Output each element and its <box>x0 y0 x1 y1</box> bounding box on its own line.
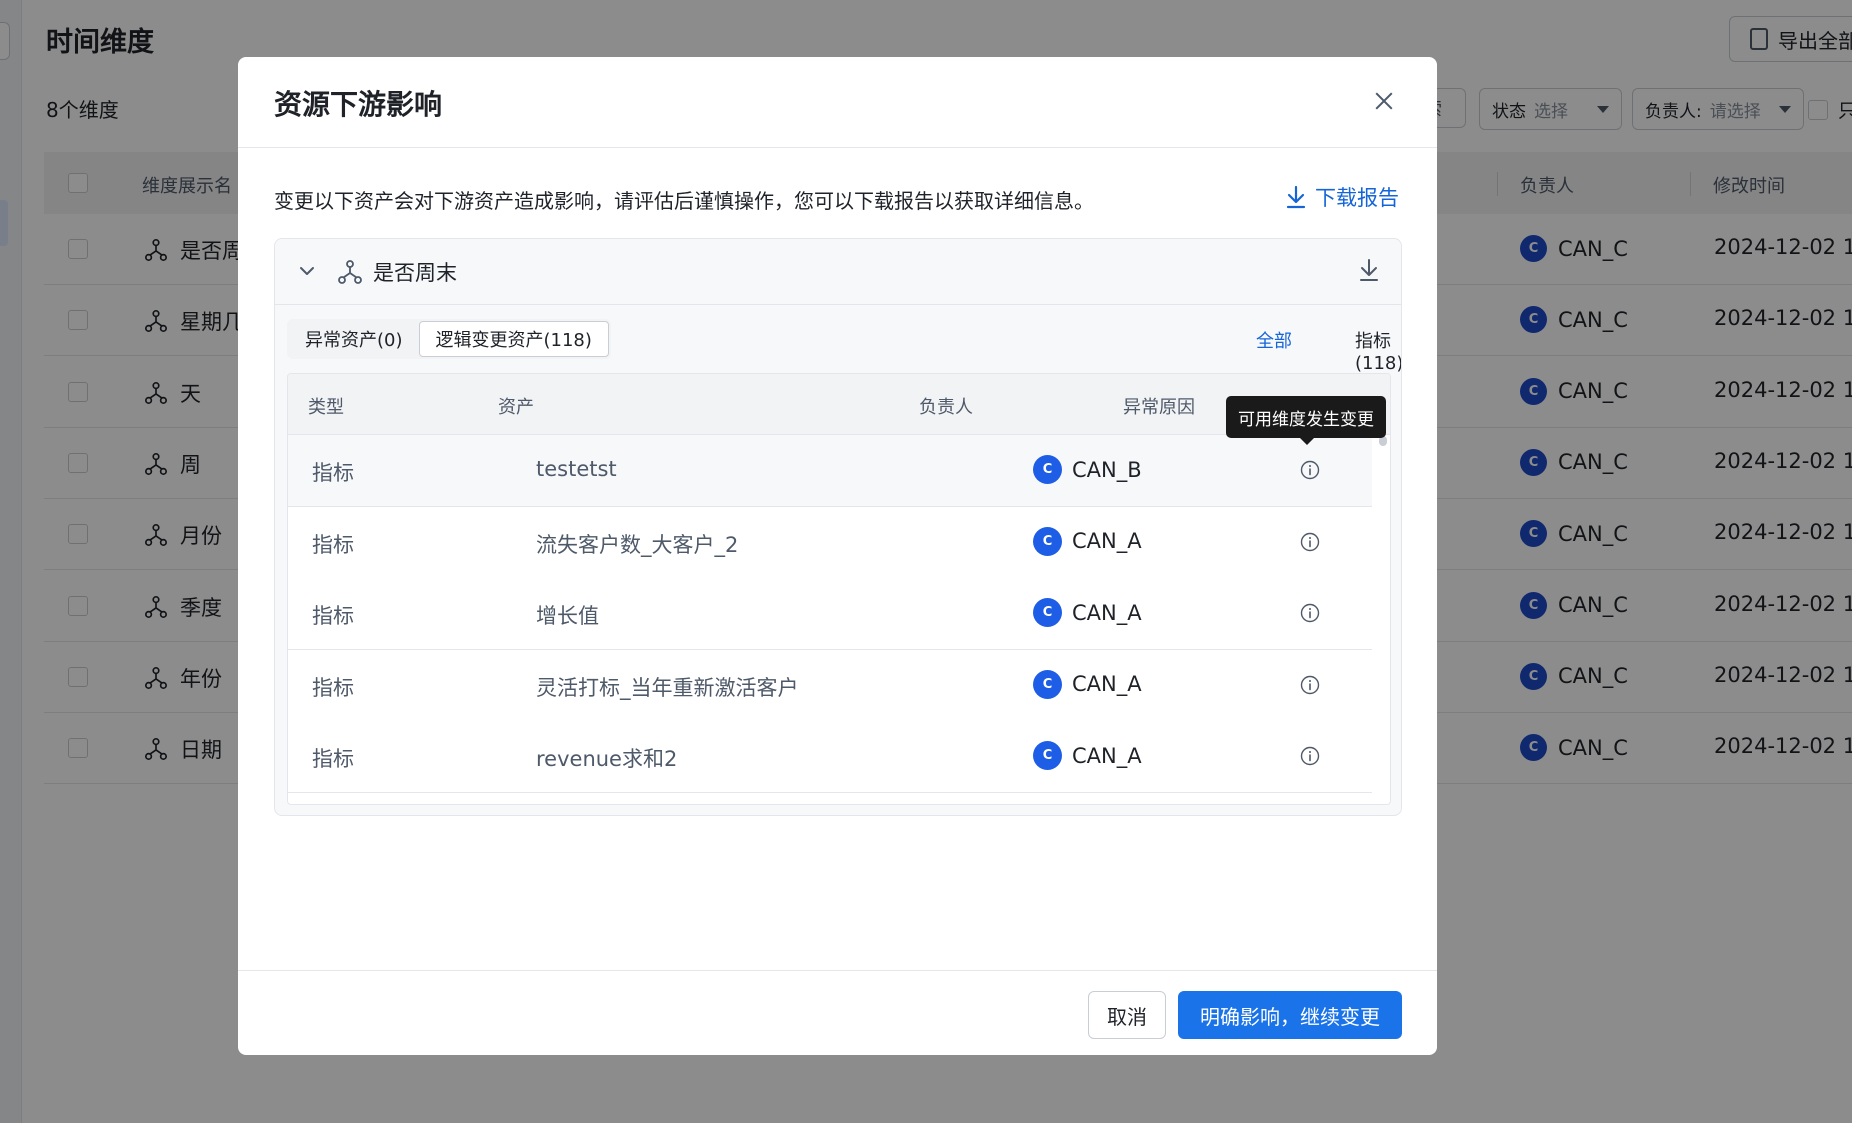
owner-cell: C CAN_A <box>1033 598 1142 627</box>
tab-logic-change-assets[interactable]: 逻辑变更资产(118) <box>418 321 609 357</box>
owner-name: CAN_A <box>1072 600 1142 625</box>
table-row[interactable]: 指标 流失客户数_大客户_2 C CAN_A <box>288 506 1372 579</box>
tab-abnormal-assets[interactable]: 异常资产(0) <box>289 321 419 357</box>
confirm-change-button[interactable]: 明确影响，继续变更 <box>1178 991 1402 1039</box>
asset-name[interactable]: 流失客户数_大客户_2 <box>536 529 738 559</box>
info-icon[interactable] <box>1300 532 1320 556</box>
asset-name[interactable]: 灵活打标_当年重新激活客户 <box>536 672 799 702</box>
avatar: C <box>1033 598 1062 627</box>
owner-name: CAN_A <box>1072 743 1142 768</box>
asset-type: 指标 <box>312 461 354 485</box>
owner-cell: C CAN_B <box>1033 455 1142 484</box>
asset-type: 指标 <box>312 747 354 771</box>
download-icon <box>1286 185 1306 209</box>
column-header-asset: 资产 <box>498 397 534 418</box>
asset-name[interactable]: 增长值 <box>536 600 599 630</box>
chevron-down-icon[interactable] <box>297 261 317 281</box>
asset-type: 指标 <box>312 675 354 700</box>
close-icon[interactable] <box>1370 87 1398 115</box>
filter-all[interactable]: 全部 <box>1256 327 1292 353</box>
reason-tooltip: 可用维度发生变更 <box>1226 396 1386 445</box>
column-header-reason: 异常原因 <box>1123 397 1195 418</box>
table-row[interactable]: 指标 testetst C CAN_B <box>288 435 1372 507</box>
asset-type: 指标 <box>312 604 354 628</box>
modal-header: 资源下游影响 <box>238 57 1437 148</box>
impact-description: 变更以下资产会对下游资产造成影响，请评估后谨慎操作，您可以下载报告以获取详细信息… <box>274 189 1094 213</box>
owner-cell: C CAN_A <box>1033 526 1142 556</box>
table-row[interactable]: 指标 灵活打标_当年重新激活客户 C CAN_A <box>288 649 1372 722</box>
info-icon[interactable] <box>1300 746 1320 770</box>
download-icon[interactable] <box>1358 258 1380 282</box>
owner-cell: C CAN_A <box>1033 741 1142 770</box>
avatar: C <box>1033 526 1062 556</box>
impact-modal: 资源下游影响 变更以下资产会对下游资产造成影响，请评估后谨慎操作，您可以下载报告… <box>238 57 1437 1055</box>
avatar: C <box>1033 669 1062 699</box>
owner-name: CAN_B <box>1072 457 1142 482</box>
info-icon[interactable] <box>1300 460 1320 484</box>
download-report-label: 下载报告 <box>1315 186 1399 210</box>
download-report-link[interactable]: 下载报告 <box>1285 182 1399 212</box>
panel-asset-name: 是否周末 <box>373 261 457 285</box>
column-header-type: 类型 <box>308 397 344 418</box>
modal-footer: 取消 明确影响，继续变更 <box>238 970 1437 1055</box>
avatar: C <box>1033 455 1062 484</box>
owner-name: CAN_A <box>1072 672 1142 696</box>
asset-name[interactable]: testetst <box>536 457 617 481</box>
column-header-owner: 负责人 <box>919 397 973 418</box>
cancel-button[interactable]: 取消 <box>1088 991 1166 1039</box>
owner-name: CAN_A <box>1072 529 1142 553</box>
avatar: C <box>1033 741 1062 770</box>
dimension-icon <box>338 260 362 284</box>
asset-tabs: 异常资产(0) 逻辑变更资产(118) <box>287 319 611 359</box>
panel-header: 是否周末 <box>275 239 1401 305</box>
owner-cell: C CAN_A <box>1033 669 1142 699</box>
table-row[interactable]: 指标 增长值 C CAN_A <box>288 578 1372 650</box>
modal-title: 资源下游影响 <box>274 88 443 121</box>
filter-metric[interactable]: 指标(118) <box>1355 327 1401 374</box>
asset-impact-panel: 是否周末 异常资产(0) 逻辑变更资产(118) 全部 指标(118) 类型 资… <box>274 238 1402 816</box>
info-icon[interactable] <box>1300 675 1320 699</box>
table-row[interactable]: 指标 revenue求和2 C CAN_A <box>288 721 1372 793</box>
asset-name[interactable]: revenue求和2 <box>536 743 677 773</box>
impacted-assets-table: 类型 资产 负责人 异常原因 指标 testetst C CAN_B 指标 流失客户数_大… <box>287 373 1391 805</box>
asset-type: 指标 <box>312 532 354 557</box>
info-icon[interactable] <box>1300 603 1320 627</box>
